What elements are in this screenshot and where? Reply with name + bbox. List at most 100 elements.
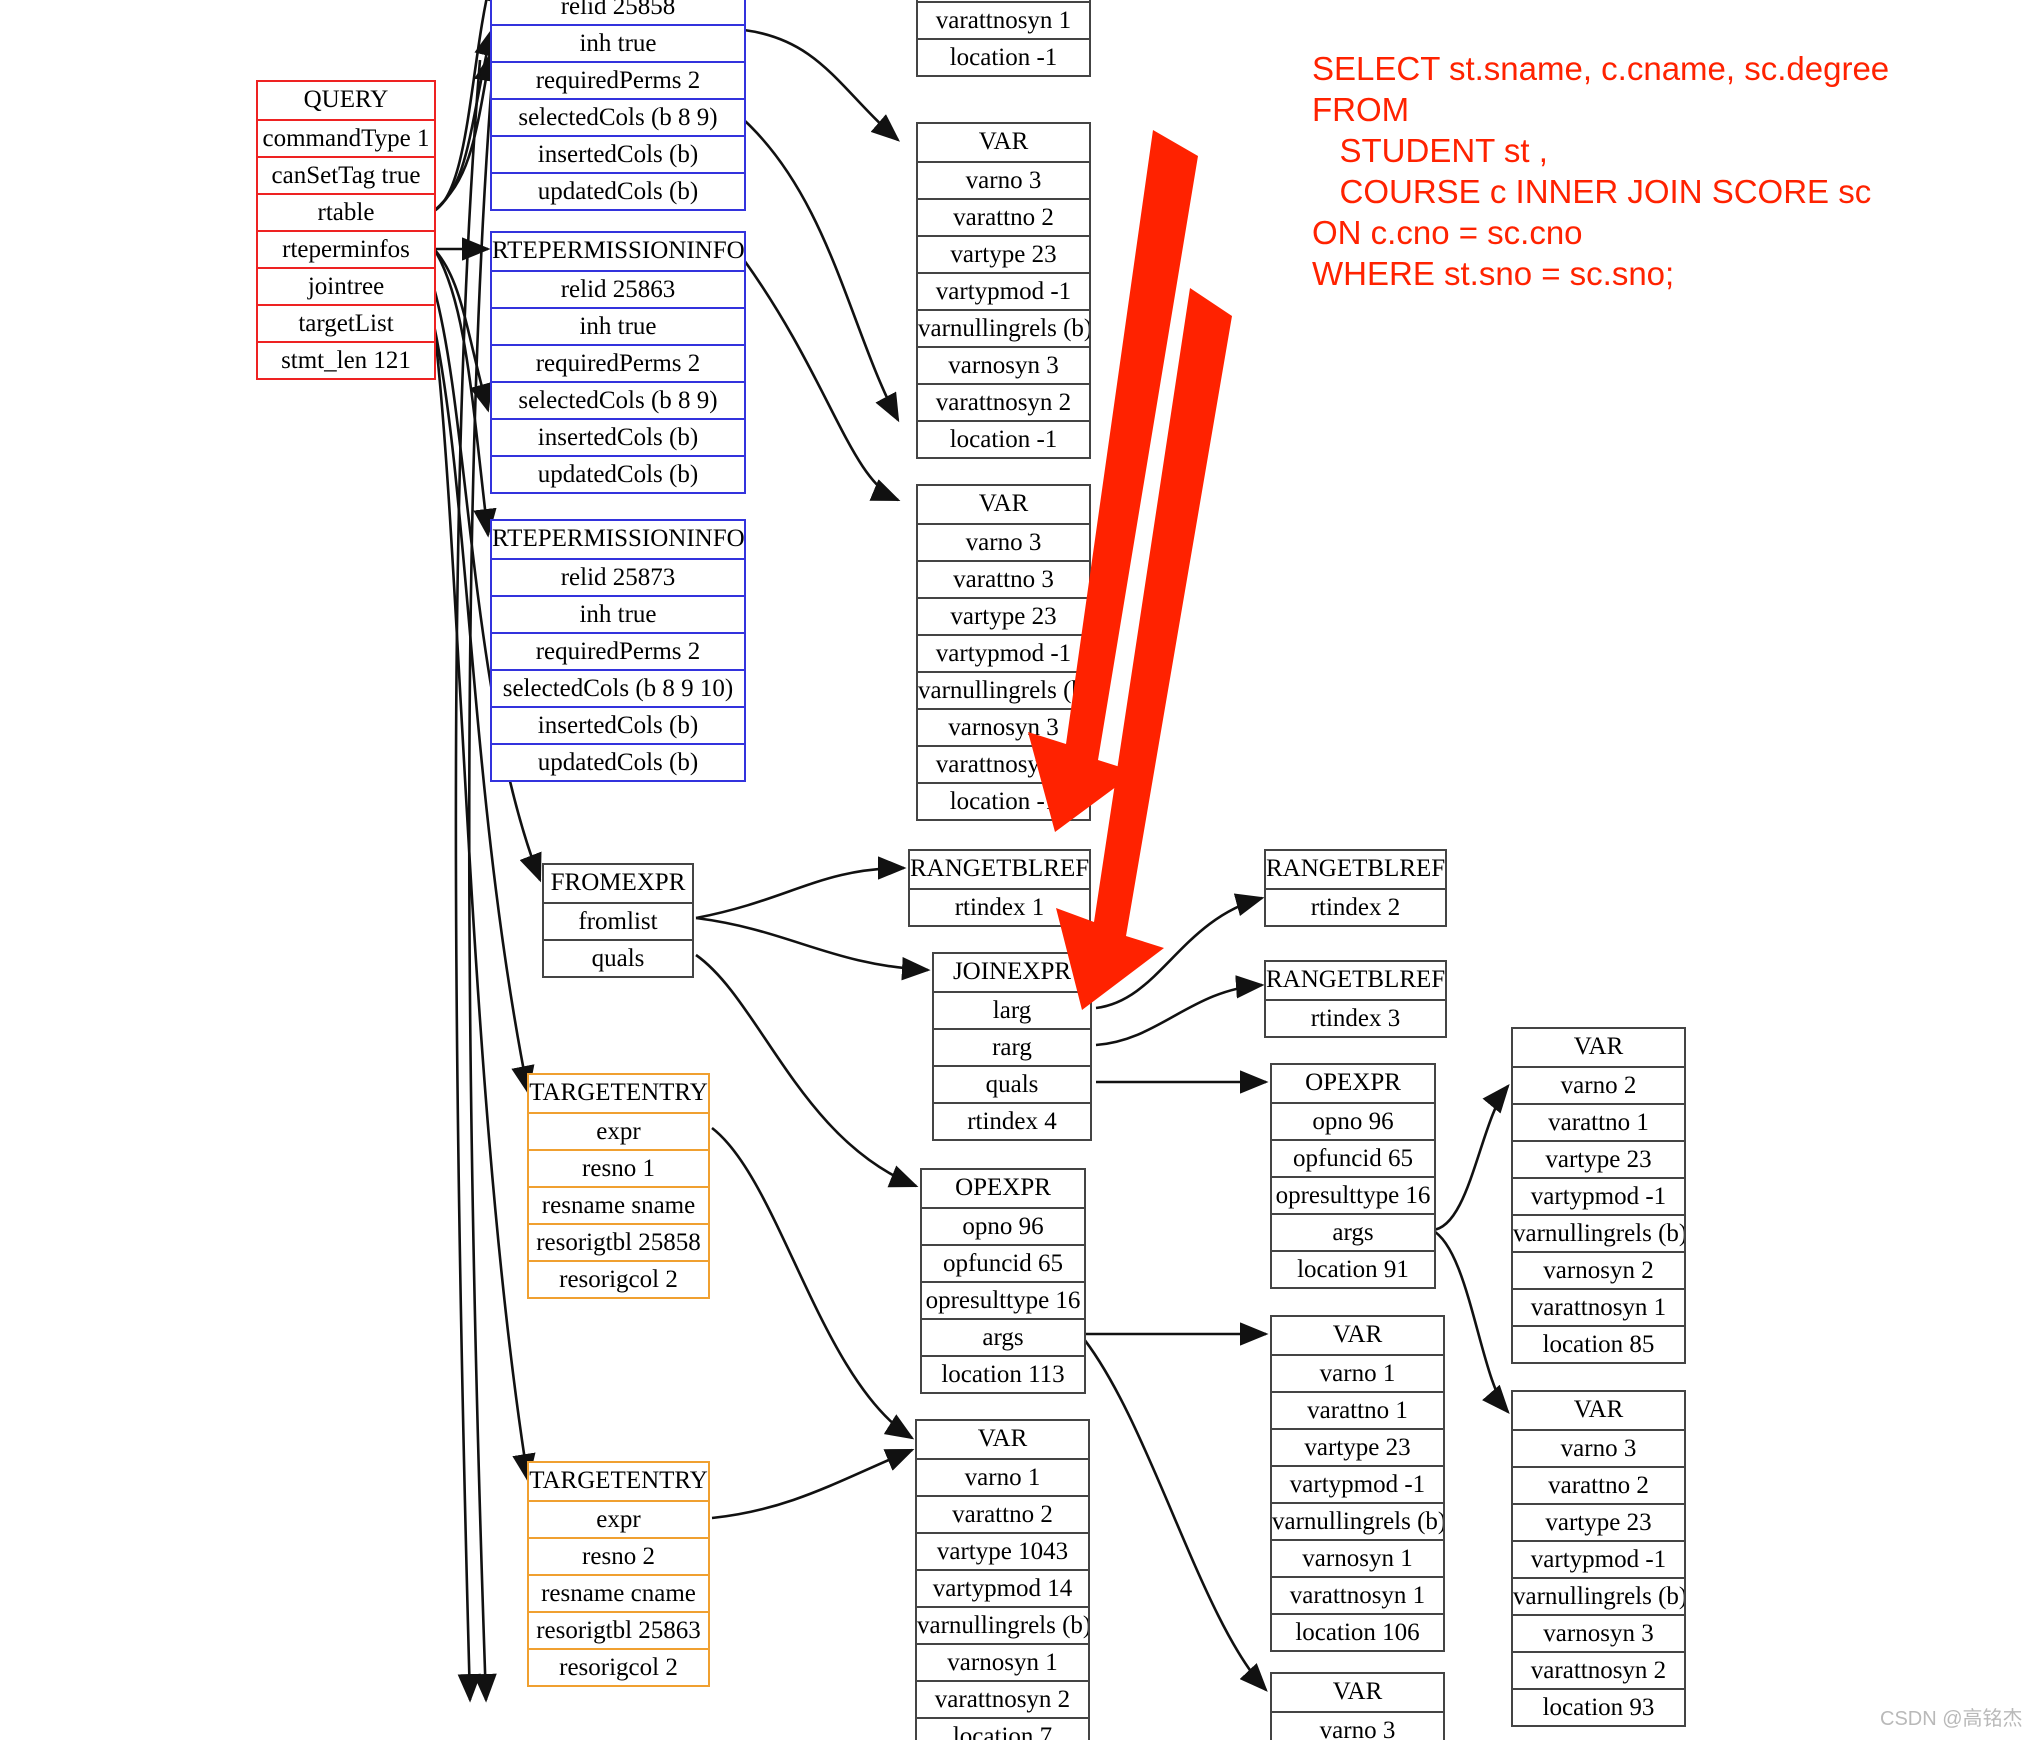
node-field: requiredPerms 2 bbox=[492, 344, 744, 381]
node-field-expr: expr bbox=[529, 1112, 708, 1149]
node-targetentry-1[interactable]: TARGETENTRY expr resno 1 resname sname r… bbox=[527, 1073, 710, 1299]
node-field-expr: expr bbox=[529, 1500, 708, 1537]
node-field-fromlist: fromlist bbox=[544, 902, 692, 939]
node-field: varno 1 bbox=[1272, 1354, 1443, 1391]
node-field-args: args bbox=[922, 1318, 1084, 1355]
node-field: varno 1 bbox=[917, 1458, 1088, 1495]
node-field-location: location 91 bbox=[1272, 1250, 1434, 1287]
node-field-opfuncid: opfuncid 65 bbox=[922, 1244, 1084, 1281]
node-title: QUERY bbox=[258, 82, 434, 119]
node-title: JOINEXPR bbox=[934, 954, 1090, 991]
node-var-e[interactable]: VAR varno 1 varattno 1 vartype 23 vartyp… bbox=[1270, 1315, 1445, 1652]
node-title: VAR bbox=[918, 486, 1089, 523]
node-field: vartypmod -1 bbox=[918, 634, 1089, 671]
node-field: vartype 23 bbox=[1513, 1140, 1684, 1177]
node-field: varno 2 bbox=[1513, 1066, 1684, 1103]
node-field: varattnosyn 1 bbox=[1272, 1576, 1443, 1613]
node-title: VAR bbox=[1513, 1029, 1684, 1066]
node-fromexpr[interactable]: FROMEXPR fromlist quals bbox=[542, 863, 694, 978]
node-field: inh true bbox=[492, 307, 744, 344]
node-field: stmt_len 121 bbox=[258, 341, 434, 378]
node-field: varattnosyn 2 bbox=[918, 383, 1089, 420]
node-field-rteperminfos: rteperminfos bbox=[258, 230, 434, 267]
node-field: varno 3 bbox=[1272, 1711, 1443, 1740]
node-field: varattnosyn 1 bbox=[918, 1, 1089, 38]
sql-annotation: SELECT st.sname, c.cname, sc.degree FROM… bbox=[1312, 50, 1890, 292]
node-field: varnosyn 3 bbox=[1513, 1614, 1684, 1651]
node-field: vartypmod 14 bbox=[917, 1569, 1088, 1606]
node-rangetblref-3[interactable]: RANGETBLREF rtindex 3 bbox=[1264, 960, 1447, 1038]
node-var-b[interactable]: VAR varno 3 varattno 3 vartype 23 vartyp… bbox=[916, 484, 1091, 821]
node-field: varattno 2 bbox=[918, 198, 1089, 235]
node-field: requiredPerms 2 bbox=[492, 632, 744, 669]
node-targetentry-2[interactable]: TARGETENTRY expr resno 2 resname cname r… bbox=[527, 1461, 710, 1687]
node-field: varattno 1 bbox=[1272, 1391, 1443, 1428]
node-field: varnosyn 2 bbox=[1513, 1251, 1684, 1288]
node-title: VAR bbox=[1513, 1392, 1684, 1429]
node-field-rtable: rtable bbox=[258, 193, 434, 230]
node-title: TARGETENTRY bbox=[529, 1463, 708, 1500]
node-field: varnosyn 3 bbox=[918, 346, 1089, 383]
node-field-larg: larg bbox=[934, 991, 1090, 1028]
node-field: varnosyn 1 bbox=[1272, 1539, 1443, 1576]
node-title: FROMEXPR bbox=[544, 865, 692, 902]
node-title: RANGETBLREF bbox=[910, 851, 1089, 888]
node-rtepermissioninfo-3[interactable]: RTEPERMISSIONINFO relid 25873 inh true r… bbox=[490, 519, 746, 782]
node-field: insertedCols (b) bbox=[492, 706, 744, 743]
node-field: selectedCols (b 8 9 10) bbox=[492, 669, 744, 706]
node-var-a[interactable]: VAR varno 3 varattno 2 vartype 23 vartyp… bbox=[916, 122, 1091, 459]
node-field: varattnosyn 2 bbox=[917, 1680, 1088, 1717]
node-rangetblref-2[interactable]: RANGETBLREF rtindex 2 bbox=[1264, 849, 1447, 927]
node-rtepermissioninfo-1[interactable]: RTEPERMISSIONINFO relid 25858 inh true r… bbox=[490, 0, 746, 211]
node-field: selectedCols (b 8 9) bbox=[492, 381, 744, 418]
parse-tree-diagram: QUERY commandType 1 canSetTag true rtabl… bbox=[0, 0, 2036, 1740]
node-opexpr-where[interactable]: OPEXPR opno 96 opfuncid 65 opresulttype … bbox=[920, 1168, 1086, 1394]
node-field: vartype 23 bbox=[918, 597, 1089, 634]
node-title: RANGETBLREF bbox=[1266, 851, 1445, 888]
node-field-opno: opno 96 bbox=[1272, 1102, 1434, 1139]
node-field-resno: resno 1 bbox=[529, 1149, 708, 1186]
node-var-c[interactable]: VAR varno 2 varattno 1 vartype 23 vartyp… bbox=[1511, 1027, 1686, 1364]
node-field: location 85 bbox=[1513, 1325, 1684, 1362]
node-field: varnullingrels (b) bbox=[918, 309, 1089, 346]
node-field: commandType 1 bbox=[258, 119, 434, 156]
node-field-relid: relid 25858 bbox=[492, 0, 744, 24]
node-var-top[interactable]: varnosyn 3 varattnosyn 1 location -1 bbox=[916, 0, 1091, 77]
node-field: vartypmod -1 bbox=[1272, 1465, 1443, 1502]
node-field: inh true bbox=[492, 595, 744, 632]
node-field-args: args bbox=[1272, 1213, 1434, 1250]
node-title: OPEXPR bbox=[922, 1170, 1084, 1207]
node-field-rarg: rarg bbox=[934, 1028, 1090, 1065]
node-field: location 93 bbox=[1513, 1688, 1684, 1725]
node-field: varnullingrels (b) bbox=[1272, 1502, 1443, 1539]
node-field: varnosyn 3 bbox=[918, 708, 1089, 745]
node-opexpr-join[interactable]: OPEXPR opno 96 opfuncid 65 opresulttype … bbox=[1270, 1063, 1436, 1289]
node-field: varattno 3 bbox=[918, 560, 1089, 597]
node-field: vartypmod -1 bbox=[1513, 1540, 1684, 1577]
node-field: vartype 23 bbox=[918, 235, 1089, 272]
node-field: location -1 bbox=[918, 420, 1089, 457]
node-field: varnullingrels (b) bbox=[918, 671, 1089, 708]
node-field: varattno 2 bbox=[917, 1495, 1088, 1532]
node-rangetblref-1[interactable]: RANGETBLREF rtindex 1 bbox=[908, 849, 1091, 927]
node-rtepermissioninfo-2[interactable]: RTEPERMISSIONINFO relid 25863 inh true r… bbox=[490, 231, 746, 494]
node-var-f[interactable]: VAR varno 1 varattno 2 vartype 1043 vart… bbox=[915, 1419, 1090, 1740]
node-joinexpr[interactable]: JOINEXPR larg rarg quals rtindex 4 bbox=[932, 952, 1092, 1141]
node-field-rtindex: rtindex 2 bbox=[1266, 888, 1445, 925]
node-field: inh true bbox=[492, 24, 744, 61]
node-field: varattno 2 bbox=[1513, 1466, 1684, 1503]
node-field: location -1 bbox=[918, 782, 1089, 819]
node-field: insertedCols (b) bbox=[492, 418, 744, 455]
node-field-resname: resname sname bbox=[529, 1186, 708, 1223]
node-field: varno 3 bbox=[918, 523, 1089, 560]
node-var-d[interactable]: VAR varno 3 varattno 2 vartype 23 vartyp… bbox=[1511, 1390, 1686, 1727]
node-field-relid: relid 25863 bbox=[492, 270, 744, 307]
node-field: varattno 1 bbox=[1513, 1103, 1684, 1140]
node-var-g[interactable]: VAR varno 3 bbox=[1270, 1672, 1445, 1740]
node-field: varno 3 bbox=[918, 161, 1089, 198]
node-query[interactable]: QUERY commandType 1 canSetTag true rtabl… bbox=[256, 80, 436, 380]
node-field-opno: opno 96 bbox=[922, 1207, 1084, 1244]
node-field: updatedCols (b) bbox=[492, 743, 744, 780]
node-field: varnosyn 1 bbox=[917, 1643, 1088, 1680]
node-field-opfuncid: opfuncid 65 bbox=[1272, 1139, 1434, 1176]
